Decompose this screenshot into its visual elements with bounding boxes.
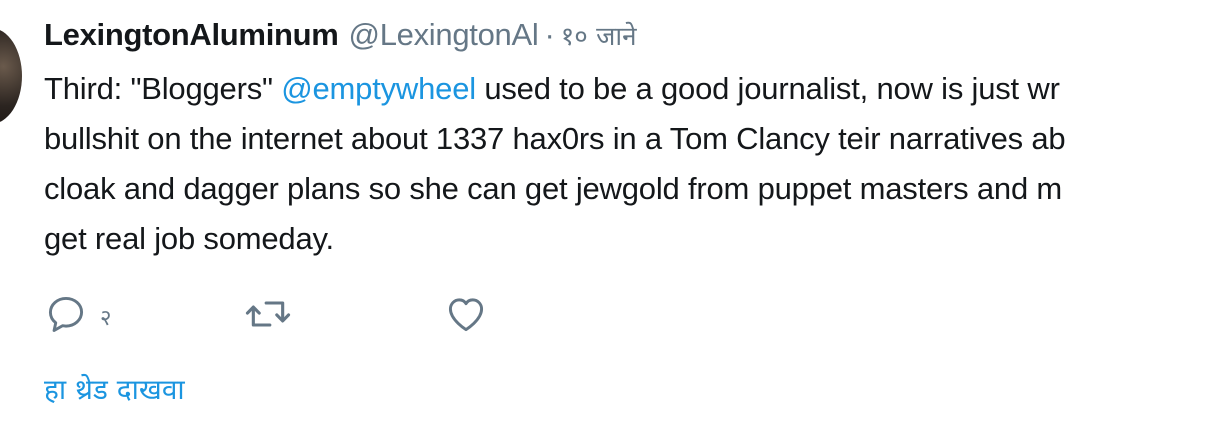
avatar[interactable] [0, 28, 22, 124]
text-segment: Third: "Bloggers" [44, 71, 282, 106]
like-button[interactable] [444, 292, 488, 336]
tweet-text: Third: "Bloggers" @emptywheel used to be… [44, 64, 1210, 264]
user-handle[interactable]: @LexingtonAl [349, 12, 539, 58]
display-name[interactable]: LexingtonAluminum [44, 12, 339, 58]
text-segment: used to be a good journalist, now is jus… [475, 71, 1060, 106]
retweet-button[interactable] [244, 292, 444, 336]
tweet-text-line-2: bullshit on the internet about 1337 hax0… [44, 121, 1066, 156]
tweet-text-line-1: Third: "Bloggers" @emptywheel used to be… [44, 64, 1210, 114]
tweet-header: LexingtonAluminum @LexingtonAl · १० जाने [44, 12, 1210, 60]
mention-link[interactable]: @emptywheel [281, 71, 476, 106]
reply-count: २ [100, 306, 112, 331]
show-thread-link[interactable]: हा थ्रेड दाखवा [44, 370, 185, 408]
tweet-text-line-4: get real job someday. [44, 221, 334, 256]
reply-icon [48, 296, 84, 332]
retweet-icon [245, 301, 291, 327]
tweet: LexingtonAluminum @LexingtonAl · १० जाने… [44, 12, 1210, 406]
tweet-timestamp[interactable]: १० जाने [561, 14, 637, 60]
tweet-text-line-3: cloak and dagger plans so she can get je… [44, 171, 1063, 206]
tweet-actions: २ [44, 292, 488, 336]
heart-icon [448, 298, 484, 332]
reply-button[interactable]: २ [44, 292, 244, 336]
separator-dot: · [544, 17, 555, 52]
